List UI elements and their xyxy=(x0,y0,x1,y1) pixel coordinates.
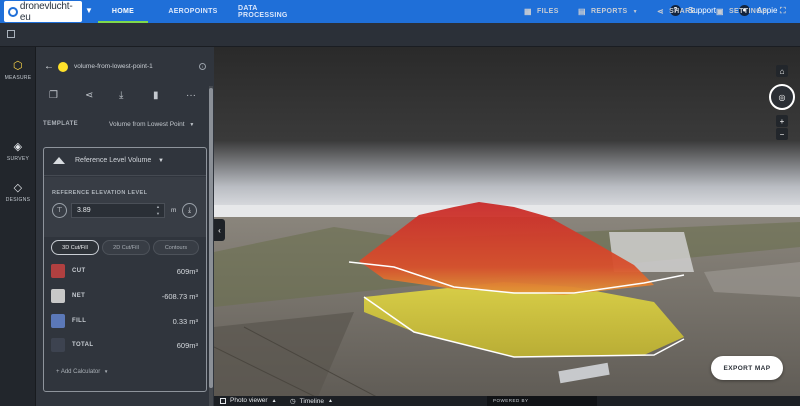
survey-layers-icon: ◈ xyxy=(13,141,23,153)
zoom-in-icon[interactable]: + xyxy=(776,115,788,127)
terrain-scene xyxy=(214,47,800,406)
files-button[interactable]: ▦ FILES xyxy=(524,7,559,16)
compass-icon[interactable]: ◎ xyxy=(769,84,795,110)
share-icon: ⋖ xyxy=(657,7,665,16)
logo-text: dronevlucht-eu xyxy=(19,0,73,23)
rail-item-measure[interactable]: ⬡ MEASURE xyxy=(0,52,36,88)
add-calculator-button[interactable]: + Add Calculator ▼ xyxy=(56,369,108,375)
cut-label: CUT xyxy=(72,268,86,274)
cut-value: 609m³ xyxy=(176,267,198,276)
pill-2d-cut-fill[interactable]: 2D Cut/Fill xyxy=(102,240,150,255)
total-label: TOTAL xyxy=(72,342,94,348)
share-measurement-icon[interactable]: ⋖ xyxy=(85,90,93,101)
reports-label: REPORTS xyxy=(590,8,628,15)
reports-chevron-down-icon: ▼ xyxy=(632,8,638,15)
lowest-point-icon[interactable]: ⤓ xyxy=(182,203,197,218)
measure-hexagon-icon: ⬡ xyxy=(13,60,23,72)
designs-cube-icon: ◇ xyxy=(13,182,23,194)
template-dropdown[interactable]: Volume from Lowest Point ▼ xyxy=(109,121,194,128)
timeline-toggle[interactable]: ◷ Timeline ▲ xyxy=(290,397,333,406)
nav-tab-home[interactable]: HOME xyxy=(98,0,148,23)
logo-mark-icon xyxy=(8,6,18,17)
trash-icon[interactable]: ▮ xyxy=(153,90,159,101)
set-level-icon[interactable]: ⊤ xyxy=(52,203,67,218)
org-switcher-chevron-down-icon[interactable]: ▼ xyxy=(85,6,93,15)
share-button[interactable]: ⋖ SHARE xyxy=(657,7,696,16)
net-swatch xyxy=(51,289,65,303)
elevation-stepper[interactable]: ▲ ▼ xyxy=(156,203,160,217)
photo-viewer-label: Photo viewer xyxy=(230,397,268,404)
reports-icon: ▤ xyxy=(578,7,586,16)
copy-icon[interactable]: ❐ xyxy=(49,90,58,101)
reference-elevation-label: REFERENCE ELEVATION LEVEL xyxy=(52,190,148,196)
photo-viewer-toggle[interactable]: Photo viewer ▲ xyxy=(220,397,277,404)
home-view-icon[interactable]: ⌂ xyxy=(776,65,788,77)
left-rail: ⬡ MEASURE ◈ SURVEY ◇ DESIGNS xyxy=(0,47,36,406)
files-icon: ▦ xyxy=(524,7,532,16)
rail-item-designs[interactable]: ◇ DESIGNS xyxy=(0,174,36,210)
settings-button[interactable]: ▣ SETTINGS xyxy=(716,7,767,16)
collapse-panel-icon[interactable] xyxy=(7,30,15,38)
photo-viewer-chevron-up-icon: ▲ xyxy=(271,397,277,404)
panel-scrollbar-thumb[interactable] xyxy=(209,88,213,388)
nav-tab-aeropoints[interactable]: AEROPOINTS xyxy=(163,0,223,23)
template-value: Volume from Lowest Point xyxy=(109,121,185,128)
fullscreen-button[interactable]: ⛶ xyxy=(780,6,791,16)
map-toolbar xyxy=(0,23,800,47)
add-calculator-label: + Add Calculator xyxy=(56,369,101,375)
export-map-button[interactable]: EXPORT MAP xyxy=(711,356,783,380)
zoom-out-icon[interactable]: − xyxy=(776,128,788,140)
rail-label-measure: MEASURE xyxy=(4,75,32,81)
card-chevron-down-icon[interactable]: ▼ xyxy=(158,158,164,164)
volume-row-cut: CUT 609m³ xyxy=(44,259,206,283)
reference-level-volume-card: Reference Level Volume ▼ REFERENCE ELEVA… xyxy=(43,147,207,392)
volume-row-net: NET -608.73 m³ xyxy=(44,284,206,308)
pill-3d-cut-fill[interactable]: 3D Cut/Fill xyxy=(51,240,99,255)
timeline-chevron-up-icon: ▲ xyxy=(328,398,333,404)
volume-row-total: TOTAL 609m³ xyxy=(44,333,206,357)
net-value: -608.73 m³ xyxy=(161,292,198,301)
brand-logo[interactable]: dronevlucht-eu xyxy=(4,0,82,23)
fullscreen-icon: ⛶ xyxy=(780,6,786,15)
back-arrow-icon[interactable]: ← xyxy=(44,61,54,72)
timeline-clock-icon: ◷ xyxy=(290,398,296,405)
measurement-name[interactable]: volume-from-lowest-point-1 xyxy=(74,63,153,70)
net-label: NET xyxy=(72,293,86,299)
settings-icon: ▣ xyxy=(716,7,724,16)
card-title: Reference Level Volume xyxy=(75,157,152,164)
timeline-label: Timeline xyxy=(299,397,324,405)
collapse-side-panel-button[interactable]: ‹ xyxy=(214,219,225,241)
fill-swatch xyxy=(51,314,65,328)
add-calculator-chevron-down-icon: ▼ xyxy=(103,369,109,374)
template-chevron-down-icon: ▼ xyxy=(189,122,195,128)
total-value: 609m³ xyxy=(176,341,198,350)
reference-elevation-section: REFERENCE ELEVATION LEVEL ⊤ 3.89 ▲ ▼ m ⤓ xyxy=(44,177,206,237)
elevation-unit: m xyxy=(171,207,177,214)
rail-item-survey[interactable]: ◈ SURVEY xyxy=(0,133,36,169)
pill-contours[interactable]: Contours xyxy=(153,240,199,255)
mountain-icon xyxy=(53,157,65,164)
volume-row-fill: FILL 0.33 m³ xyxy=(44,309,206,333)
rail-label-designs: DESIGNS xyxy=(5,197,31,203)
map-3d-viewport[interactable] xyxy=(214,47,800,406)
rail-label-survey: SURVEY xyxy=(6,156,30,162)
nav-tab-data-processing[interactable]: DATA PROCESSING xyxy=(238,0,298,23)
fill-label: FILL xyxy=(72,318,87,324)
total-swatch xyxy=(51,338,65,352)
reports-button[interactable]: ▤ REPORTS ▼ xyxy=(578,7,638,16)
card-header[interactable]: Reference Level Volume ▼ xyxy=(44,148,206,176)
template-label: TEMPLATE xyxy=(43,121,79,127)
reference-elevation-input[interactable]: 3.89 xyxy=(71,203,165,218)
photo-viewer-icon xyxy=(220,397,226,404)
download-icon[interactable]: ⤓ xyxy=(119,90,123,101)
settings-label: SETTINGS xyxy=(728,8,768,15)
info-icon[interactable]: i xyxy=(199,63,206,70)
powered-by-label: POWERED BY xyxy=(487,396,597,406)
measurement-color-dot[interactable] xyxy=(58,62,68,72)
cut-swatch xyxy=(51,264,65,278)
files-label: FILES xyxy=(536,8,559,15)
share-label: SHARE xyxy=(669,8,696,15)
more-options-icon[interactable]: ··· xyxy=(186,90,196,101)
fill-value: 0.33 m³ xyxy=(172,317,198,326)
